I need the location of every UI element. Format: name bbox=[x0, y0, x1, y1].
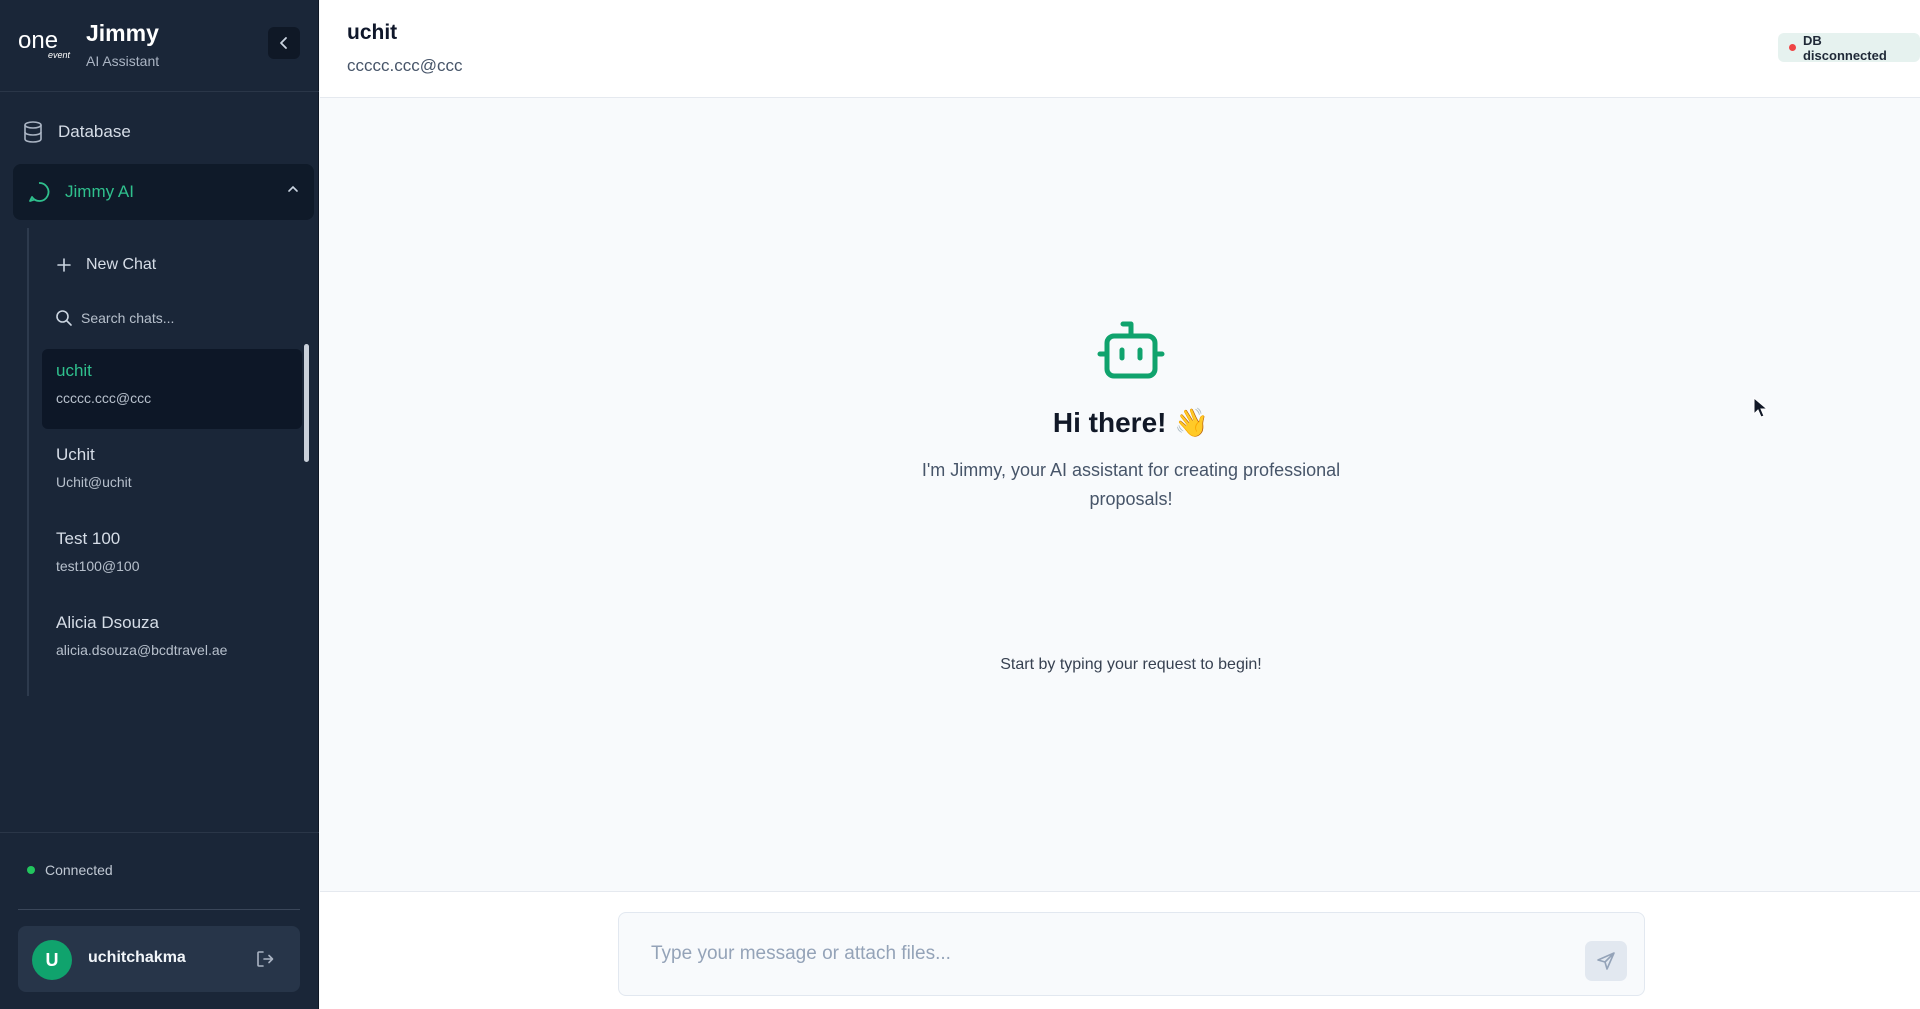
chat-email: Uchit@uchit bbox=[56, 474, 132, 490]
composer-area bbox=[320, 891, 1920, 1009]
database-icon bbox=[24, 121, 42, 143]
send-button[interactable] bbox=[1585, 941, 1627, 981]
chat-list-item[interactable]: uchit ccccc.ccc@ccc bbox=[42, 349, 302, 429]
search-chats-input[interactable] bbox=[81, 310, 281, 326]
chat-list-item[interactable]: Alicia Dsouza alicia.dsouza@bcdtravel.ae bbox=[42, 601, 302, 681]
chevron-up-icon[interactable] bbox=[286, 182, 300, 196]
welcome-hint: Start by typing your request to begin! bbox=[1000, 656, 1262, 673]
chat-header: uchit ccccc.ccc@ccc DB disconnected bbox=[320, 0, 1920, 98]
app-name: Jimmy bbox=[86, 20, 159, 46]
connection-status: Connected bbox=[27, 862, 113, 878]
collapse-sidebar-button[interactable] bbox=[268, 27, 300, 59]
chat-name: uchit bbox=[56, 361, 92, 380]
chat-subtitle: ccccc.ccc@ccc bbox=[347, 56, 463, 75]
username: uchitchakma bbox=[88, 949, 186, 966]
chat-name: Alicia Dsouza bbox=[56, 613, 159, 632]
divider bbox=[0, 832, 319, 833]
chevron-left-icon bbox=[280, 37, 287, 49]
status-dot bbox=[1789, 44, 1796, 51]
welcome-intro: I'm Jimmy, your AI assistant for creatin… bbox=[921, 460, 1341, 509]
logout-icon[interactable] bbox=[254, 948, 276, 970]
message-input[interactable] bbox=[651, 937, 1551, 971]
nav-database-label: Database bbox=[58, 122, 131, 141]
message-circle-icon bbox=[29, 182, 50, 202]
svg-text:event: event bbox=[48, 50, 71, 60]
welcome-greeting: Hi there! 👋 bbox=[1052, 407, 1210, 438]
chat-list-scrollbar[interactable] bbox=[304, 344, 309, 462]
db-status-label: DB disconnected bbox=[1802, 32, 1887, 63]
chat-email: test100@100 bbox=[56, 558, 140, 574]
chat-name: Uchit bbox=[56, 445, 95, 464]
chat-email: ccccc.ccc@ccc bbox=[56, 390, 152, 406]
user-card: U uchitchakma bbox=[18, 926, 300, 992]
status-dot bbox=[27, 866, 35, 874]
sidebar: one event Jimmy AI Assistant Database Ji… bbox=[0, 0, 319, 1009]
connection-status-label: Connected bbox=[45, 862, 113, 878]
welcome-panel: Hi there! 👋 I'm Jimmy, your AI assistant… bbox=[320, 98, 1920, 891]
new-chat-button[interactable]: New Chat bbox=[56, 250, 156, 280]
chat-email: alicia.dsouza@bcdtravel.ae bbox=[56, 642, 228, 658]
one-event-logo: one event bbox=[18, 28, 71, 60]
chat-list-item[interactable]: Test 100 test100@100 bbox=[42, 517, 302, 597]
tree-line bbox=[27, 228, 29, 696]
nav-jimmy-ai[interactable]: Jimmy AI bbox=[13, 164, 314, 220]
search-icon bbox=[56, 310, 72, 326]
message-composer bbox=[618, 912, 1645, 996]
nav-jimmy-ai-label: Jimmy AI bbox=[65, 182, 134, 201]
avatar: U bbox=[32, 940, 72, 980]
db-status-badge: DB disconnected bbox=[1778, 32, 1920, 63]
brand-header: one event Jimmy AI Assistant bbox=[0, 0, 319, 92]
new-chat-label: New Chat bbox=[86, 256, 157, 273]
plus-icon bbox=[57, 258, 71, 272]
send-icon bbox=[1597, 952, 1615, 970]
chat-title: uchit bbox=[347, 21, 398, 44]
chat-name: Test 100 bbox=[56, 529, 121, 548]
app-subtitle: AI Assistant bbox=[86, 53, 160, 69]
bot-icon bbox=[1097, 321, 1165, 379]
nav-database[interactable]: Database bbox=[22, 116, 302, 148]
mouse-cursor-icon bbox=[1753, 397, 1769, 418]
divider bbox=[18, 909, 300, 910]
chat-search bbox=[55, 304, 281, 332]
chat-list-item[interactable]: Uchit Uchit@uchit bbox=[42, 433, 302, 513]
